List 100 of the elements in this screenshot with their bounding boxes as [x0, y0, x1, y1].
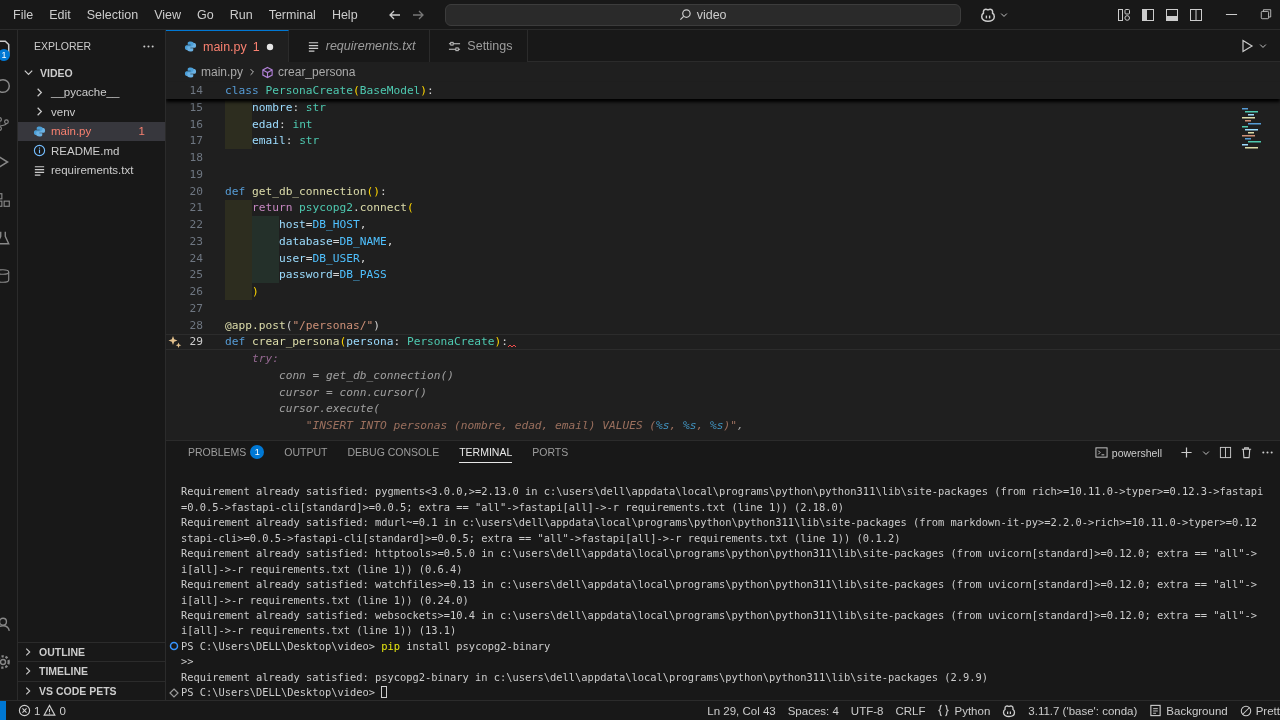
status-item[interactable]: Prett: [1233, 704, 1280, 717]
line-number: 18: [188, 151, 203, 165]
menu-item[interactable]: Go: [189, 7, 222, 22]
breadcrumb-item[interactable]: main.py: [184, 65, 244, 79]
code-line: edad: int: [225, 115, 313, 133]
panel-tab[interactable]: PROBLEMS 1: [188, 441, 265, 465]
tree-item[interactable]: requirements.txt: [18, 160, 165, 180]
code-line: def crear_persona(persona: PersonaCreate):: [225, 334, 516, 350]
terminal-output: Requirement already satisfied: pygments<3.0.0,>=2.13.0 in c:\users\dell\appdata\local\programs\python\python311\lib\site-packages (from rich>=10.11.0->typer>=0.12.3->fastapi: [181, 485, 1264, 498]
menu-item[interactable]: Edit: [41, 7, 79, 22]
cube-icon: [261, 65, 275, 79]
problems-status-button[interactable]: 1 0: [12, 703, 72, 718]
status-item[interactable]: Spaces: 4: [781, 704, 845, 717]
panel-tab[interactable]: TERMINAL: [459, 442, 513, 464]
language-mode[interactable]: Python: [931, 704, 997, 717]
sliders-icon: [448, 39, 462, 53]
error-icon: [18, 704, 31, 717]
trash-icon[interactable]: [1240, 446, 1253, 460]
line-number: 21: [188, 201, 203, 215]
terminal-output: i[all]->-r requirements.txt (line 1)) (0.6.4): [181, 562, 463, 575]
folder-header[interactable]: VIDEO: [18, 63, 165, 83]
code-line: nombre: str: [225, 99, 327, 116]
menu-item[interactable]: Selection: [78, 7, 147, 22]
panel-tab[interactable]: PORTS: [532, 442, 569, 464]
editor-tab[interactable]: main.py 1: [166, 30, 289, 62]
code-line: cursor = conn.cursor(): [277, 384, 428, 401]
line-number: 27: [188, 301, 203, 315]
sidebar-toggle-icon[interactable]: [1141, 7, 1155, 22]
terminal-command: PS C:\Users\DELL\Desktop\video> pip install psycopg2-binary: [181, 639, 551, 652]
terminal-output: Requirement already satisfied: watchfiles>=0.13 in c:\users\dell\appdata\local\programs\python\python311\lib\site-packages (from uvicorn[standard]>=0.12.0; extra == "all"->: [181, 578, 1257, 591]
document-icon: [1149, 704, 1163, 717]
terminal-output: Requirement already satisfied: httptools>=0.5.0 in c:\users\dell\appdata\local\programs\python\python311\lib\site-packages (from uvicorn[standard]>=0.12.0; extra == "all"->: [181, 547, 1257, 560]
menu-item[interactable]: Help: [323, 7, 366, 22]
editor-tab[interactable]: requirements.txt: [288, 30, 431, 62]
code-line: @app.post("/personas/"): [225, 317, 380, 334]
plus-icon[interactable]: [1180, 446, 1193, 460]
code-line: return psycopg2.connect(: [225, 199, 414, 217]
section-header[interactable]: TIMELINE: [18, 661, 165, 681]
error-squiggle-icon: [507, 344, 516, 349]
code-line: def get_db_connection():: [225, 183, 387, 200]
command-decoration-icon: [169, 687, 179, 698]
panel-title: EXPLORER: [34, 40, 92, 52]
menu-item[interactable]: Terminal: [260, 7, 324, 22]
tree-item[interactable]: __pycache__: [18, 82, 165, 102]
problem-count-badge: 1: [250, 445, 265, 460]
line-number: 24: [188, 251, 203, 265]
restore-icon[interactable]: [1260, 8, 1272, 20]
terminal-icon: [1094, 446, 1108, 460]
sparkle-icon[interactable]: [168, 334, 182, 349]
line-number: 29: [188, 335, 203, 349]
menu-item[interactable]: File: [5, 7, 42, 22]
warning-icon: [43, 704, 57, 717]
python-file-icon: [184, 40, 197, 53]
breadcrumb-item[interactable]: crear_persona: [261, 65, 356, 79]
terminal-output: Requirement already satisfied: mdurl~=0.1 in c:\users\dell\appdata\local\programs\python\python311\lib\site-packages (from markdown-it-py>=2.2.0->rich>=10.11.0->typer>=0.12: [181, 516, 1257, 529]
code-line: user=DB_USER,: [225, 249, 367, 267]
panel-toggle-icon[interactable]: [1165, 7, 1179, 22]
menu-item[interactable]: View: [146, 7, 189, 22]
search-field[interactable]: video: [444, 3, 961, 26]
tree-item[interactable]: main.py 1: [18, 121, 165, 141]
unsaved-dot-icon: [265, 42, 274, 51]
terminal-cursor: [380, 686, 387, 699]
code-line: password=DB_PASS: [225, 266, 387, 284]
status-item[interactable]: CRLF: [889, 704, 932, 717]
status-item[interactable]: 3.11.7 ('base': conda): [1022, 704, 1144, 717]
line-number: 26: [188, 285, 203, 299]
layout-icon[interactable]: [1117, 7, 1131, 22]
command-decoration-icon: [169, 641, 179, 652]
split-terminal-icon[interactable]: [1219, 446, 1232, 460]
info-icon: [33, 144, 46, 158]
terminal-output: i[all]->-r requirements.txt (line 1)) (0.24.0): [181, 593, 469, 606]
status-item[interactable]: UTF-8: [844, 704, 890, 717]
panel-tab[interactable]: OUTPUT: [284, 442, 328, 464]
text-file-icon: [306, 39, 320, 53]
status-item[interactable]: Ln 29, Col 43: [701, 704, 782, 717]
section-header[interactable]: OUTLINE: [18, 641, 165, 661]
code-line: ): [225, 283, 259, 300]
status-item[interactable]: Background: [1143, 704, 1234, 717]
code-line: conn = get_db_connection(): [277, 367, 455, 384]
terminal-output: Requirement already satisfied: websockets>=10.4 in c:\users\dell\appdata\local\programs\python\python311\lib\site-packages (from uvicorn[standard]>=0.12.0; extra == "all"->: [181, 609, 1257, 621]
code-line: database=DB_NAME,: [225, 233, 394, 250]
run-icon[interactable]: [1240, 38, 1254, 53]
terminal-output: stapi-cli>=0.0.5->fastapi-cli[standard]>=0.0.5; extra == "all"->fastapi[all]->-r requirements.txt (line 1)) (0.1.2): [181, 531, 901, 544]
tree-item[interactable]: venv: [18, 102, 165, 122]
code-line: host=DB_HOST,: [225, 216, 367, 233]
terminal-selector[interactable]: powershell: [1088, 445, 1168, 461]
line-number: 28: [188, 318, 203, 332]
terminal-prompt: PS C:\Users\DELL\Desktop\video>: [181, 686, 375, 699]
problem-count: 1: [252, 39, 260, 54]
braces-icon: [937, 704, 951, 717]
python-file-icon: [184, 65, 197, 79]
editor-tab[interactable]: Settings: [430, 30, 528, 62]
panel-tab[interactable]: DEBUG CONSOLE: [347, 442, 440, 464]
python-file-icon: [33, 124, 46, 138]
tree-item[interactable]: README.md: [18, 141, 165, 161]
code-line: class PersonaCreate(BaseModel):: [225, 83, 434, 99]
code-line: cursor.execute(: [277, 401, 380, 418]
split-layout-icon[interactable]: [1189, 7, 1203, 22]
line-number: 23: [188, 234, 203, 248]
menu-item[interactable]: Run: [221, 7, 261, 22]
